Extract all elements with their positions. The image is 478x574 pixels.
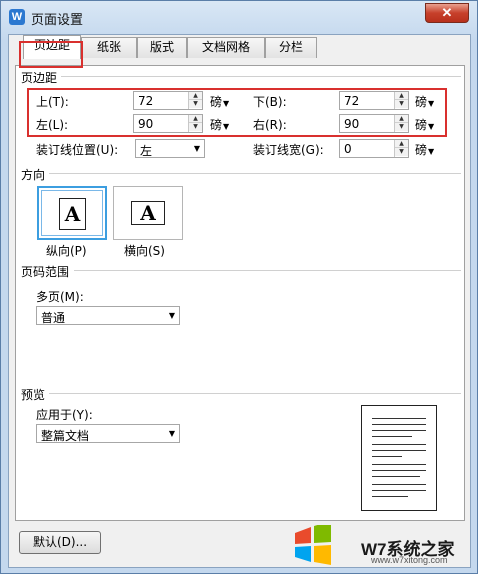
landscape-page-icon: A	[131, 201, 165, 225]
group-divider	[56, 76, 461, 77]
bottom-margin-label: 下(B):	[253, 95, 287, 109]
left-margin-value[interactable]: 90	[138, 117, 153, 131]
group-divider	[46, 173, 461, 174]
orientation-group-title: 方向	[21, 166, 50, 183]
spin-up-icon[interactable]: ▲	[395, 115, 408, 123]
chevron-down-icon: ▼	[168, 429, 175, 438]
apply-to-label: 应用于(Y):	[36, 408, 93, 422]
caret-down-icon: ▼	[223, 122, 230, 131]
spin-down-icon[interactable]: ▼	[189, 100, 202, 108]
spin-up-icon[interactable]: ▲	[189, 92, 202, 100]
group-divider	[74, 270, 461, 271]
page-setup-dialog: W 页面设置 ✕ 页边距 纸张 版式 文档网格 分栏 页边距 上(T): 72 …	[0, 0, 478, 574]
caret-down-icon: ▼	[223, 99, 230, 108]
spin-up-icon[interactable]: ▲	[395, 92, 408, 100]
left-margin-spinner[interactable]: 90 ▲ ▼	[133, 114, 203, 133]
tab-paper[interactable]: 纸张	[81, 37, 137, 58]
top-margin-label: 上(T):	[36, 95, 69, 109]
gutter-width-value[interactable]: 0	[344, 142, 352, 156]
gutter-position-select[interactable]: 左 ▼	[135, 139, 205, 158]
gutter-position-value: 左	[140, 144, 153, 158]
tab-document-grid[interactable]: 文档网格	[187, 37, 265, 58]
chevron-down-icon: ▼	[193, 144, 200, 153]
bottom-unit-dropdown[interactable]: 磅▼	[415, 93, 434, 110]
right-margin-spinner[interactable]: 90 ▲ ▼	[339, 114, 409, 133]
right-margin-value[interactable]: 90	[344, 117, 359, 131]
top-margin-spinner[interactable]: 72 ▲ ▼	[133, 91, 203, 110]
watermark: W7系统之家 www.w7xitong.com	[291, 521, 473, 569]
tab-columns[interactable]: 分栏	[265, 37, 317, 58]
tab-highlight-box	[19, 41, 83, 68]
right-margin-label: 右(R):	[253, 118, 287, 132]
multiple-pages-value: 普通	[41, 311, 66, 325]
title-bar[interactable]: W 页面设置 ✕	[1, 1, 477, 35]
windows-logo-icon	[295, 525, 331, 565]
bottom-margin-value[interactable]: 72	[344, 94, 359, 108]
spin-down-icon[interactable]: ▼	[395, 123, 408, 131]
top-unit-dropdown[interactable]: 磅▼	[210, 93, 229, 110]
spin-up-icon[interactable]: ▲	[189, 115, 202, 123]
bottom-margin-spinner[interactable]: 72 ▲ ▼	[339, 91, 409, 110]
apply-to-select[interactable]: 整篇文档 ▼	[36, 424, 180, 443]
chevron-down-icon: ▼	[168, 311, 175, 320]
left-unit-dropdown[interactable]: 磅▼	[210, 116, 229, 133]
landscape-label[interactable]: 横向(S)	[124, 242, 165, 259]
gutter-width-label: 装订线宽(G):	[253, 143, 324, 157]
wps-app-icon: W	[9, 9, 25, 25]
portrait-option[interactable]: A	[37, 186, 107, 240]
margins-group-title: 页边距	[21, 69, 62, 86]
gutter-position-label: 装订线位置(U):	[36, 143, 119, 157]
right-unit-dropdown[interactable]: 磅▼	[415, 116, 434, 133]
landscape-option[interactable]: A	[113, 186, 183, 240]
top-margin-value[interactable]: 72	[138, 94, 153, 108]
apply-to-value: 整篇文档	[41, 429, 90, 443]
left-margin-label: 左(L):	[36, 118, 69, 132]
close-button[interactable]: ✕	[425, 3, 469, 23]
portrait-page-icon: A	[59, 198, 86, 230]
portrait-label[interactable]: 纵向(P)	[46, 242, 87, 259]
spin-up-icon[interactable]: ▲	[395, 140, 408, 148]
multiple-pages-label: 多页(M):	[36, 290, 84, 304]
gutter-unit-dropdown[interactable]: 磅▼	[415, 141, 434, 158]
page-range-group-title: 页码范围	[21, 263, 74, 280]
tab-layout[interactable]: 版式	[137, 37, 187, 58]
window-title: 页面设置	[31, 13, 84, 28]
preview-group-title: 预览	[21, 386, 50, 403]
default-button[interactable]: 默认(D)...	[19, 531, 101, 554]
dialog-client: 页边距 纸张 版式 文档网格 分栏 页边距 上(T): 72 ▲ ▼ 磅▼ 下(B…	[8, 34, 471, 568]
preview-page	[361, 405, 437, 511]
group-divider	[46, 393, 461, 394]
spin-down-icon[interactable]: ▼	[395, 100, 408, 108]
multiple-pages-select[interactable]: 普通 ▼	[36, 306, 180, 325]
watermark-url: www.w7xitong.com	[371, 555, 448, 565]
spin-down-icon[interactable]: ▼	[395, 148, 408, 156]
spin-down-icon[interactable]: ▼	[189, 123, 202, 131]
caret-down-icon: ▼	[428, 99, 435, 108]
gutter-width-spinner[interactable]: 0 ▲ ▼	[339, 139, 409, 158]
caret-down-icon: ▼	[428, 147, 435, 156]
caret-down-icon: ▼	[428, 122, 435, 131]
